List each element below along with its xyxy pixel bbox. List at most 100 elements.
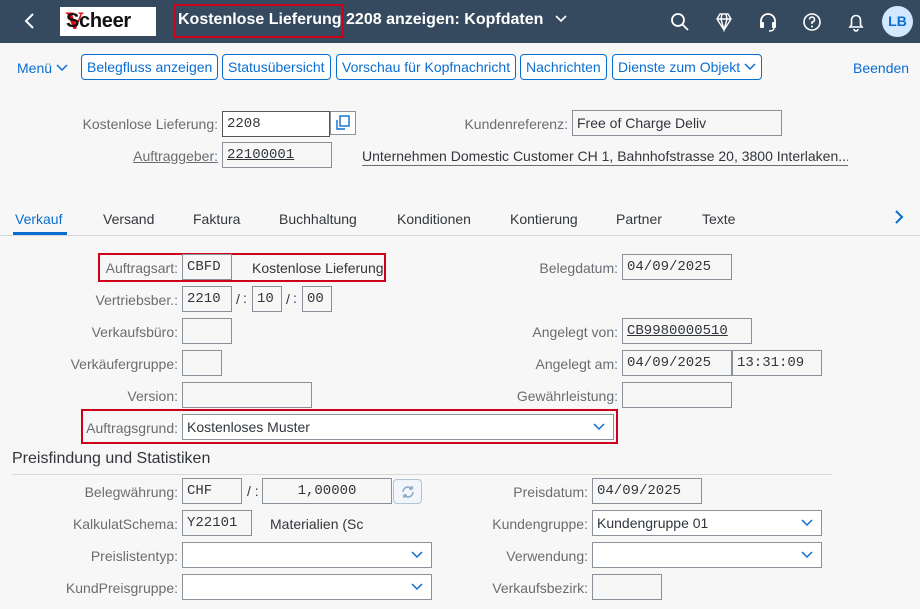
sales-office-label: Verkaufsbüro:	[91, 324, 178, 340]
district-label: Verkaufsbezirk:	[492, 580, 588, 596]
separator-colon: :	[243, 290, 247, 306]
price-date-field[interactable]: 04/09/2025	[592, 478, 702, 504]
section-title-pricing: Preisfindung und Statistiken	[12, 450, 211, 467]
customer-ref-label: Kundenreferenz:	[464, 116, 568, 132]
exchange-rate-field[interactable]: 1,00000	[262, 478, 392, 504]
pricelist-label: Preislistentyp:	[90, 548, 178, 564]
orderer-label[interactable]: Auftraggeber:	[60, 148, 218, 164]
scheer-logo[interactable]: V Scheer	[60, 7, 156, 36]
custgroup-select[interactable]: Kundengruppe 01	[592, 510, 822, 536]
sales-office-field[interactable]	[182, 318, 232, 344]
bell-icon[interactable]	[845, 11, 867, 33]
warranty-field[interactable]	[622, 382, 732, 408]
order-reason-select[interactable]: Kostenloses Muster	[182, 414, 614, 440]
sales-area-label: Vertriebsber.:	[95, 292, 179, 308]
custgroup-value: Kundengruppe 01	[597, 515, 709, 531]
usage-select[interactable]	[592, 542, 822, 568]
tab-versand[interactable]: Versand	[103, 211, 154, 227]
currency-label: Belegwährung:	[84, 484, 178, 500]
logo-text: Scheer	[66, 10, 131, 32]
created-on-time-field[interactable]: 13:31:09	[732, 350, 822, 376]
sales-group-label: Verkäufergruppe:	[70, 356, 178, 372]
chevron-down-icon	[554, 11, 568, 27]
search-icon[interactable]	[669, 11, 691, 33]
diamond-icon[interactable]	[713, 11, 735, 33]
doc-date-label: Belegdatum:	[539, 260, 618, 276]
tab-konditionen[interactable]: Konditionen	[397, 211, 471, 227]
copy-button[interactable]	[330, 111, 356, 135]
district-field[interactable]	[592, 574, 662, 600]
tab-kontierung[interactable]: Kontierung	[510, 211, 578, 227]
tab-partner[interactable]: Partner	[616, 211, 662, 227]
order-type-label: Auftragsart:	[105, 260, 178, 276]
status-overview-button[interactable]: Statusübersicht	[222, 54, 331, 80]
tab-texte[interactable]: Texte	[702, 211, 735, 227]
order-type-description: Kostenlose Lieferung	[252, 260, 384, 276]
header-message-preview-button[interactable]: Vorschau für Kopfnachricht	[336, 54, 517, 80]
refresh-button[interactable]	[393, 479, 422, 504]
sales-org-field[interactable]: 2210	[182, 286, 232, 312]
chevron-down-icon	[744, 63, 756, 71]
version-label: Version:	[127, 388, 178, 404]
created-by-field[interactable]: CB9980000510	[622, 318, 752, 344]
back-button[interactable]	[18, 9, 42, 33]
orderer-description[interactable]: Unternehmen Domestic Customer CH 1, Bahn…	[362, 148, 848, 166]
section-divider	[12, 474, 832, 475]
refresh-icon	[401, 486, 414, 498]
document-flow-button[interactable]: Belegfluss anzeigen	[81, 54, 219, 80]
tab-bar: Verkauf Versand Faktura Buchhaltung Kond…	[0, 200, 920, 236]
separator-colon: :	[293, 290, 297, 306]
object-services-label: Dienste zum Objekt	[618, 59, 741, 75]
sales-group-field[interactable]	[182, 350, 222, 376]
version-field[interactable]	[182, 382, 312, 408]
doc-date-field[interactable]: 04/09/2025	[622, 254, 732, 280]
shell-bar: V Scheer Kostenlose Lieferung 2208 anzei…	[0, 0, 920, 43]
pricelist-select[interactable]	[182, 542, 432, 568]
distribution-channel-field[interactable]: 10	[252, 286, 282, 312]
schema-description: Materialien (Sc	[270, 516, 364, 532]
order-type-field[interactable]: CBFD	[182, 254, 232, 280]
order-reason-value: Kostenloses Muster	[187, 419, 310, 435]
currency-field[interactable]: CHF	[182, 478, 242, 504]
chevron-down-icon	[801, 519, 813, 527]
division-field[interactable]: 00	[302, 286, 332, 312]
delivery-label: Kostenlose Lieferung:	[82, 116, 218, 132]
price-date-label: Preisdatum:	[513, 484, 588, 500]
separator-colon: / :	[247, 483, 259, 499]
messages-button[interactable]: Nachrichten	[520, 54, 607, 80]
separator: /	[286, 291, 290, 307]
chevron-down-icon	[593, 423, 605, 431]
title-highlight	[174, 4, 344, 38]
customer-ref-field[interactable]: Free of Charge Deliv	[572, 110, 782, 136]
chevron-down-icon	[801, 551, 813, 559]
created-on-date-field[interactable]: 04/09/2025	[622, 350, 732, 376]
separator: /	[236, 291, 240, 307]
created-by-value: CB9980000510	[627, 323, 728, 339]
chevron-down-icon	[411, 583, 423, 591]
active-tab-indicator	[13, 232, 67, 235]
custgroup-label: Kundengruppe:	[492, 516, 588, 532]
order-reason-label: Auftragsgrund:	[86, 420, 178, 436]
help-icon[interactable]	[801, 11, 823, 33]
avatar[interactable]: LB	[882, 6, 913, 37]
toolbar: Menü Belegfluss anzeigen Statusübersicht…	[0, 43, 920, 91]
exit-button[interactable]: Beenden	[853, 60, 909, 76]
headset-icon[interactable]	[757, 11, 779, 33]
orderer-value: 22100001	[227, 147, 295, 163]
menu-label: Menü	[17, 60, 53, 76]
object-services-button[interactable]: Dienste zum Objekt	[612, 54, 763, 80]
chevron-left-icon	[24, 13, 34, 29]
menu-button[interactable]: Menü	[17, 60, 68, 76]
delivery-field[interactable]: 2208	[222, 111, 330, 137]
chevron-down-icon	[56, 64, 68, 72]
usage-label: Verwendung:	[506, 548, 588, 564]
custprice-select[interactable]	[182, 574, 432, 600]
tab-scroll-right-icon[interactable]	[893, 208, 905, 231]
created-on-label: Angelegt am:	[535, 356, 619, 372]
chevron-down-icon	[411, 551, 423, 559]
tab-verkauf[interactable]: Verkauf	[15, 211, 62, 227]
orderer-field[interactable]: 22100001	[222, 142, 332, 168]
tab-buchhaltung[interactable]: Buchhaltung	[279, 211, 357, 227]
schema-field[interactable]: Y22101	[182, 510, 252, 536]
tab-faktura[interactable]: Faktura	[193, 211, 240, 227]
